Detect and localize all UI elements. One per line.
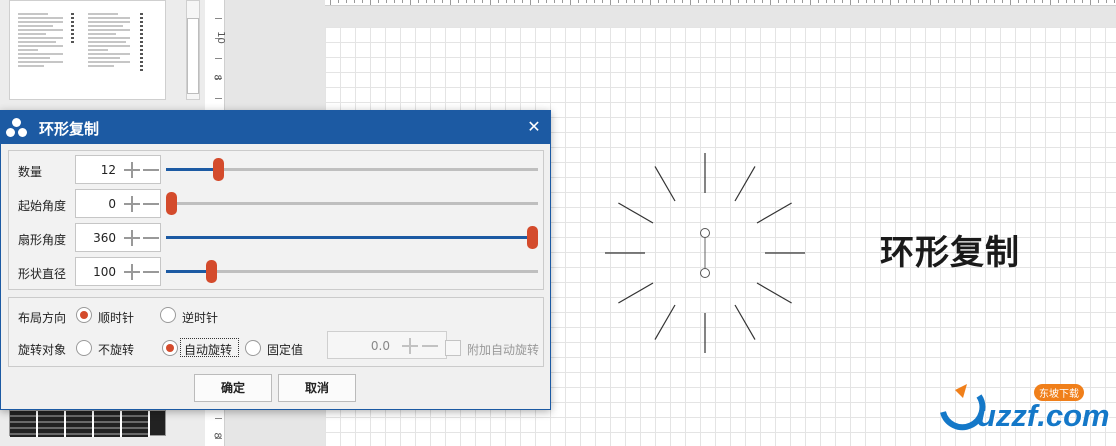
- parameter-group: 数量 12 起始角度 0 扇形角度 360 形状直径 100: [8, 150, 544, 290]
- minus-icon[interactable]: [422, 338, 438, 354]
- fixed-value-spinbox[interactable]: 0.0: [327, 331, 447, 359]
- append-auto-rotate-checkbox[interactable]: [445, 340, 461, 356]
- minus-icon[interactable]: [143, 230, 159, 246]
- watermark-text: uzzf.com: [977, 398, 1110, 433]
- shape-diameter-slider[interactable]: [166, 257, 541, 286]
- counterclockwise-label[interactable]: 逆时针: [182, 309, 218, 326]
- canvas-title-text[interactable]: 环形复制: [880, 225, 1020, 274]
- clockwise-label[interactable]: 顺时针: [98, 309, 134, 326]
- counterclockwise-radio[interactable]: [160, 307, 176, 323]
- start-angle-spinbox[interactable]: 0: [75, 189, 161, 218]
- sector-angle-row: 扇形角度 360: [9, 223, 543, 253]
- auto-rotate-radio[interactable]: [162, 340, 178, 356]
- ruler-number: 8: [211, 74, 223, 81]
- layout-direction-label: 布局方向: [18, 311, 67, 325]
- horizontal-ruler: [325, 0, 1116, 6]
- radial-line[interactable]: [734, 304, 756, 340]
- sector-angle-value[interactable]: 360: [93, 231, 116, 245]
- shape-diameter-row: 形状直径 100: [9, 257, 543, 287]
- plus-icon[interactable]: [124, 230, 140, 246]
- count-label: 数量: [18, 165, 43, 179]
- plus-icon[interactable]: [402, 338, 418, 354]
- sector-angle-spinbox[interactable]: 360: [75, 223, 161, 252]
- options-group: 布局方向 顺时针 逆时针 旋转对象 不旋转 自动旋转 固定值 0.0 附加自动旋…: [8, 297, 544, 367]
- count-spinbox[interactable]: 12: [75, 155, 161, 184]
- auto-rotate-label[interactable]: 自动旋转: [184, 341, 232, 358]
- slider-handle[interactable]: [527, 226, 538, 249]
- shape-diameter-label: 形状直径: [18, 267, 67, 281]
- start-angle-label: 起始角度: [18, 199, 67, 213]
- radial-line[interactable]: [618, 202, 654, 224]
- count-row: 数量 12: [9, 155, 543, 185]
- shape-diameter-value[interactable]: 100: [93, 265, 116, 279]
- fixed-value-input[interactable]: 0.0: [371, 339, 390, 353]
- radial-line[interactable]: [734, 166, 756, 202]
- no-rotate-radio[interactable]: [76, 340, 92, 356]
- append-auto-rotate-label[interactable]: 附加自动旋转: [467, 341, 539, 358]
- radial-line[interactable]: [756, 282, 792, 304]
- count-value[interactable]: 12: [101, 163, 116, 177]
- plus-icon[interactable]: [124, 162, 140, 178]
- start-angle-value[interactable]: 0: [108, 197, 116, 211]
- minus-icon[interactable]: [143, 196, 159, 212]
- radial-line[interactable]: [756, 202, 792, 224]
- start-angle-row: 起始角度 0: [9, 189, 543, 219]
- fixed-value-radio[interactable]: [245, 340, 261, 356]
- dialog-titlebar[interactable]: 环形复制 ✕: [1, 111, 550, 144]
- watermark: 东坡下载 uzzf.com: [937, 382, 1112, 442]
- close-icon[interactable]: ✕: [523, 116, 545, 138]
- radial-line[interactable]: [618, 282, 654, 304]
- dialog-app-icon: [6, 118, 28, 138]
- plus-icon[interactable]: [124, 196, 140, 212]
- sector-angle-label: 扇形角度: [18, 233, 67, 247]
- radial-line[interactable]: [654, 304, 676, 340]
- shape-diameter-spinbox[interactable]: 100: [75, 257, 161, 286]
- start-angle-slider[interactable]: [166, 189, 541, 218]
- dialog-title: 环形复制: [39, 120, 100, 138]
- clockwise-radio[interactable]: [76, 307, 92, 323]
- cancel-button[interactable]: 取消: [278, 374, 356, 402]
- selection-handle[interactable]: [700, 268, 710, 278]
- fixed-value-label[interactable]: 固定值: [267, 341, 303, 358]
- slider-handle[interactable]: [212, 158, 224, 181]
- radial-line[interactable]: [654, 166, 676, 202]
- slide-thumbnail[interactable]: [9, 410, 166, 437]
- ruler-number: 8: [211, 432, 223, 439]
- no-rotate-label[interactable]: 不旋转: [98, 341, 134, 358]
- count-slider[interactable]: [166, 155, 541, 184]
- slide-thumbnail[interactable]: [9, 0, 166, 100]
- circular-copy-dialog: 环形复制 ✕ 数量 12 起始角度 0 扇形角度 360 形状直径 100 布局…: [0, 110, 551, 410]
- minus-icon[interactable]: [143, 162, 159, 178]
- slider-handle[interactable]: [205, 260, 217, 283]
- minus-icon[interactable]: [143, 264, 159, 280]
- selection-handle[interactable]: [700, 228, 710, 238]
- thumbnail-scrollbar-thumb[interactable]: [187, 18, 199, 94]
- plus-icon[interactable]: [124, 264, 140, 280]
- sector-angle-slider[interactable]: [166, 223, 541, 252]
- rotate-target-label: 旋转对象: [18, 343, 67, 357]
- ok-button[interactable]: 确定: [194, 374, 272, 402]
- slider-handle[interactable]: [166, 192, 177, 215]
